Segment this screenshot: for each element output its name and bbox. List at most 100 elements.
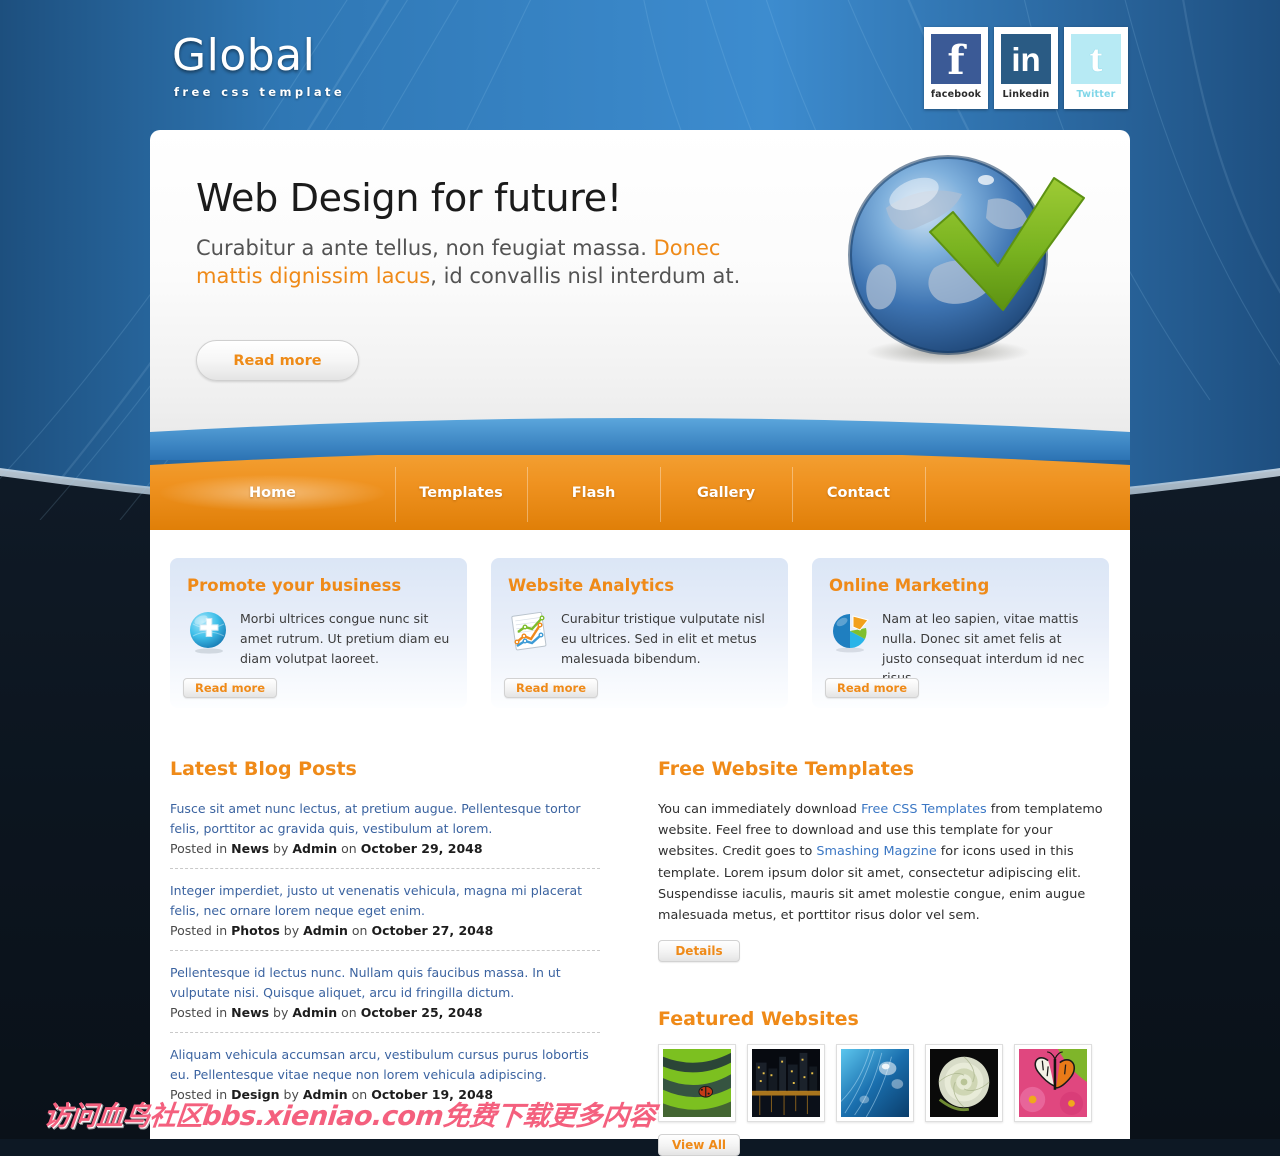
meta-date: October 29, 2048 [360,841,483,856]
hero-read-more-button[interactable]: Read more [196,340,359,381]
nav-item-contact-label: Contact [826,484,891,501]
blue-water-drops-icon [841,1049,909,1118]
butterfly-pink-flower-icon [1019,1049,1087,1118]
meta-author[interactable]: Admin [292,1005,337,1020]
featured-thumb-butterfly[interactable] [1014,1044,1092,1123]
free-css-templates-link[interactable]: Free CSS Templates [861,802,987,817]
social-link-linkedin[interactable]: in Linkedin [994,27,1058,109]
blog-post-meta: Posted in Photos by Admin on October 27,… [170,923,600,938]
featured-thumb-water-drops[interactable] [836,1044,914,1123]
templates-text-1: You can immediately download [658,802,862,817]
featured-thumb-night-city[interactable] [747,1044,825,1123]
nav-item-home[interactable]: Home [150,455,395,530]
featured-thumb-white-rose[interactable] [925,1044,1003,1123]
meta-prefix: Posted in [170,923,232,938]
blog-post-text[interactable]: Fusce sit amet nunc lectus, at pretium a… [170,799,600,839]
blog-post-text[interactable]: Integer imperdiet, justo ut venenatis ve… [170,881,600,921]
blog-section-title: Latest Blog Posts [170,758,357,780]
feature-read-more-button[interactable]: Read more [183,678,278,698]
social-link-twitter[interactable]: t Twitter [1064,27,1128,109]
pie-chart-icon [833,614,869,653]
linkedin-icon: in [1001,34,1051,84]
globe-plus-icon [190,612,226,654]
night-city-skyline-icon [752,1049,820,1118]
post-divider [170,1032,600,1033]
nav-item-templates[interactable]: Templates [395,455,527,530]
blog-post-meta: Posted in News by Admin on October 29, 2… [170,841,600,856]
meta-category[interactable]: News [231,1005,269,1020]
view-all-button[interactable]: View All [658,1134,740,1156]
details-button-label: Details [675,944,723,959]
facebook-icon: f [931,34,981,84]
social-link-facebook[interactable]: f facebook [924,27,988,109]
meta-by: by [269,1005,293,1020]
twitter-caption: Twitter [1076,89,1116,100]
line-chart-icon [511,611,547,651]
nav-filler [925,455,1130,530]
meta-by: by [279,923,304,938]
nav-item-flash[interactable]: Flash [527,455,660,530]
blog-post-meta: Posted in News by Admin on October 25, 2… [170,1005,600,1020]
main-navigation: Home Templates Flash Gallery Contact [150,455,1130,530]
meta-by: by [269,841,293,856]
feature-read-more-label: Read more [195,681,266,695]
blog-post: Pellentesque id lectus nunc. Nullam quis… [170,963,600,1020]
feature-text: Curabitur tristique vulputate nisl eu ul… [561,611,765,666]
twitter-icon: t [1071,34,1121,84]
templates-column: Free Website Templates You can immediate… [658,758,1110,1156]
meta-prefix: Posted in [170,841,232,856]
hero-read-more-label: Read more [233,352,322,369]
feature-read-more-label: Read more [837,681,908,695]
blog-column: Latest Blog Posts Fusce sit amet nunc le… [170,758,600,1114]
nav-item-gallery[interactable]: Gallery [660,455,792,530]
hero-sub-after: , id convallis nisl interdum at. [430,263,741,288]
linkedin-caption: Linkedin [1002,89,1050,100]
feature-boxes: Promote your business Morbi ultrices con… [170,558,1109,708]
meta-category[interactable]: Photos [231,923,280,938]
templates-section-title: Free Website Templates [658,758,915,780]
watermark-text: 访问血鸟社区bbs.xieniao.com免费下载更多内容 [41,1101,657,1132]
meta-date: October 27, 2048 [371,923,494,938]
nav-divider [792,467,793,522]
blog-post-text[interactable]: Aliquam vehicula accumsan arcu, vestibul… [170,1045,600,1085]
site-header: Global free css template f facebook in L… [0,0,1280,130]
feature-text: Nam at leo sapien, vitae mattis nulla. D… [882,611,1085,685]
post-divider [170,868,600,869]
nav-item-contact[interactable]: Contact [792,455,925,530]
facebook-caption: facebook [930,89,982,100]
feature-text: Morbi ultrices congue nunc sit amet rutr… [240,611,450,666]
smashing-magzine-link[interactable]: Smashing Magzine [816,844,936,859]
logo-tagline: free css template [174,85,346,99]
featured-section-title: Featured Websites [658,1008,859,1031]
meta-on: on [347,923,372,938]
featured-thumbnails [658,1044,1110,1123]
green-leaf-ladybug-icon [663,1049,731,1118]
featured-thumb-green-leaf[interactable] [658,1044,736,1123]
hero-title: Web Design for future! [196,176,622,220]
details-button[interactable]: Details [658,940,740,963]
feature-read-more-button[interactable]: Read more [504,678,599,698]
social-links: f facebook in Linkedin t Twitter [924,27,1128,109]
meta-date: October 25, 2048 [360,1005,483,1020]
blog-post: Fusce sit amet nunc lectus, at pretium a… [170,799,600,856]
meta-author[interactable]: Admin [303,923,348,938]
hero-bottom-curve [150,418,1130,460]
meta-author[interactable]: Admin [292,841,337,856]
blog-post-text[interactable]: Pellentesque id lectus nunc. Nullam quis… [170,963,600,1003]
meta-prefix: Posted in [170,1005,232,1020]
main-content: Promote your business Morbi ultrices con… [150,530,1130,1156]
post-divider [170,950,600,951]
nav-divider [527,467,528,522]
logo-title: Global [172,30,316,81]
feature-title: Promote your business [187,576,402,595]
logo[interactable]: Global free css template [172,30,345,99]
feature-title: Website Analytics [508,576,675,595]
feature-title: Online Marketing [829,576,990,595]
feature-box-promote: Promote your business Morbi ultrices con… [170,558,467,708]
meta-on: on [337,1005,361,1020]
feature-read-more-button[interactable]: Read more [825,678,920,698]
feature-box-analytics: Website Analytics Curabitur tristique vu… [491,558,788,708]
nav-divider [395,467,396,522]
nav-item-home-label: Home [248,484,297,501]
meta-category[interactable]: News [231,841,269,856]
